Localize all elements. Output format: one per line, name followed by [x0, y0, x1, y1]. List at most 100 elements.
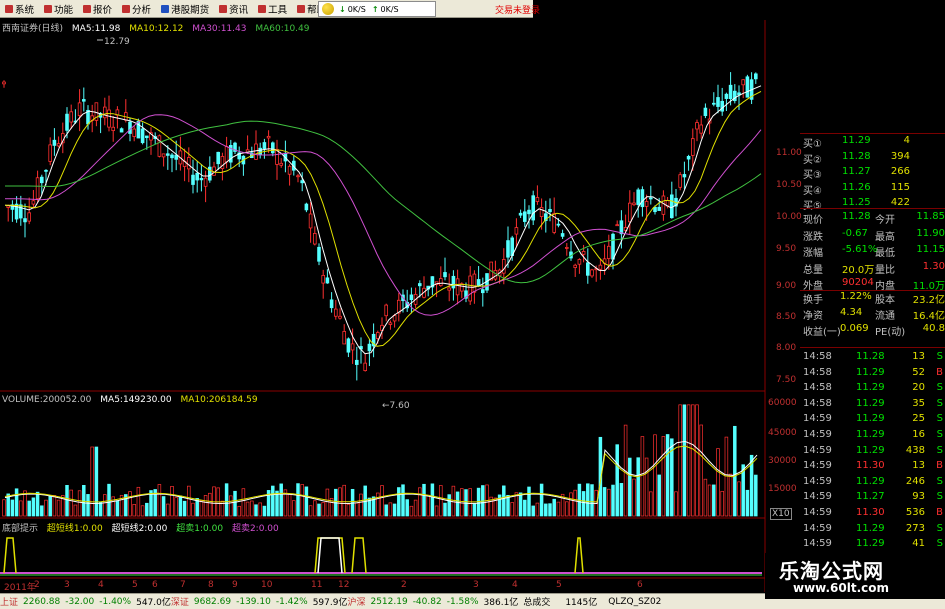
tick-price: 11.29 [856, 475, 885, 487]
candle-body [611, 233, 615, 260]
tick-row: 14:58 11.29 52 B [800, 366, 945, 381]
volume-bar [506, 494, 510, 517]
volume-bar [460, 488, 464, 517]
volume-bar [699, 424, 703, 517]
candle-body [384, 304, 388, 317]
bid-label: 买① [803, 139, 822, 150]
sz-label: 深证 [170, 598, 189, 608]
candle-body [254, 143, 258, 160]
candle-body [27, 212, 31, 222]
volume-bar [678, 404, 682, 517]
volume-bar [649, 491, 653, 517]
candle-body [560, 233, 565, 237]
bid-row: 买④ 11.26 115 [800, 181, 945, 197]
volume-bar [128, 491, 132, 517]
volume-bar [313, 500, 317, 517]
candle-body [82, 99, 86, 102]
volume-bar [443, 502, 447, 517]
candle-body [350, 343, 355, 351]
volume-bar [674, 491, 678, 517]
volume-bar [157, 484, 162, 517]
volume-bar [426, 494, 430, 517]
stat-label: 涨幅 [803, 248, 823, 259]
volume-bar [552, 498, 556, 517]
candle-body [712, 102, 716, 105]
quote-panel: 买① 11.29 4 买② 11.28 394 买③ 11.27 266 买④ 11.26 115 买⑤… [800, 134, 945, 580]
candle-body [77, 102, 82, 116]
volume-bar [434, 505, 439, 517]
stat-value: 11.28 [842, 211, 871, 222]
candle-body [628, 202, 632, 223]
volume-bar [10, 499, 15, 517]
candle-body [56, 143, 61, 147]
date-tick: 11 [311, 580, 323, 590]
bid-label: 买④ [803, 185, 822, 197]
volume-bar [636, 457, 640, 517]
stat-label: 今开 [875, 215, 895, 226]
indicator-s3: 超卖1:0.00 [176, 524, 224, 534]
stat-row: 换手 1.22% 股本 23.2亿 [800, 290, 945, 306]
candle-body [119, 128, 124, 133]
candle-body [480, 289, 485, 294]
volume-bar [44, 499, 48, 517]
volume-bar [523, 499, 527, 517]
volume-bar [262, 505, 267, 517]
indicator-s2: 超短线2:0.00 [111, 524, 168, 534]
candle-body [333, 308, 338, 317]
tick-side: S [936, 444, 943, 456]
candle-body [754, 73, 758, 80]
volume-bar [422, 483, 426, 517]
candle-body [657, 206, 661, 211]
candle-body [203, 177, 208, 187]
bid-volume: 422 [890, 197, 910, 208]
volume-bar [573, 489, 577, 517]
volume-bar [657, 474, 661, 517]
candle-body [367, 343, 372, 352]
volume-bar [182, 500, 187, 517]
volume-bar [388, 502, 393, 517]
candle-body [670, 194, 674, 219]
volume-tick: 15000 [768, 484, 797, 494]
candle-body [649, 197, 653, 200]
candle-body [195, 172, 200, 181]
volume-title: VOLUME:200052.00 MA5:149230.00 MA10:2061… [2, 395, 264, 407]
price-tick: 11.00 [776, 148, 802, 158]
candle-body [468, 275, 472, 302]
volume-bar [275, 490, 279, 517]
volume-bar [686, 404, 691, 517]
hs-pct: -1.58% [446, 596, 479, 607]
date-tick: 3 [64, 580, 70, 590]
candle-body [35, 177, 40, 200]
volume-bar [707, 484, 712, 517]
stat-label: 涨跌 [803, 231, 823, 243]
hs-amount: 386.1亿 [483, 598, 519, 608]
stat-row: 净资 4.34 流通 16.4亿 [800, 306, 945, 322]
stat-row: 现价 11.28 今开 11.85 [800, 210, 945, 226]
volume-bar [728, 473, 733, 517]
candle-body [157, 135, 162, 157]
tick-time: 14:59 [803, 507, 832, 518]
stat-value: 1.22% [840, 291, 872, 302]
tick-time: 14:59 [803, 429, 832, 440]
bid-label: 买② [803, 154, 822, 166]
volume-bar [653, 434, 657, 517]
volume-bar [439, 485, 443, 517]
candle-body [590, 269, 594, 277]
stat-value: 11.15 [916, 244, 945, 255]
tick-row: 14:59 11.29 16 S [800, 428, 945, 443]
candle-body [31, 200, 36, 205]
candle-body [636, 189, 640, 205]
bid-volume: 4 [903, 135, 910, 146]
candle-body [270, 142, 275, 154]
tick-row: 14:59 11.29 41 S [800, 537, 945, 552]
tick-time: 14:58 [803, 366, 832, 378]
candle-body [716, 97, 720, 107]
tick-side: S [936, 413, 943, 425]
candle-body [619, 220, 624, 235]
volume-bar [535, 502, 540, 517]
tick-side: B [936, 507, 943, 518]
volume-bar [245, 501, 250, 517]
volume-bar [712, 484, 716, 517]
sh-value: 2260.88 [23, 596, 61, 607]
volume-bar [472, 502, 477, 517]
